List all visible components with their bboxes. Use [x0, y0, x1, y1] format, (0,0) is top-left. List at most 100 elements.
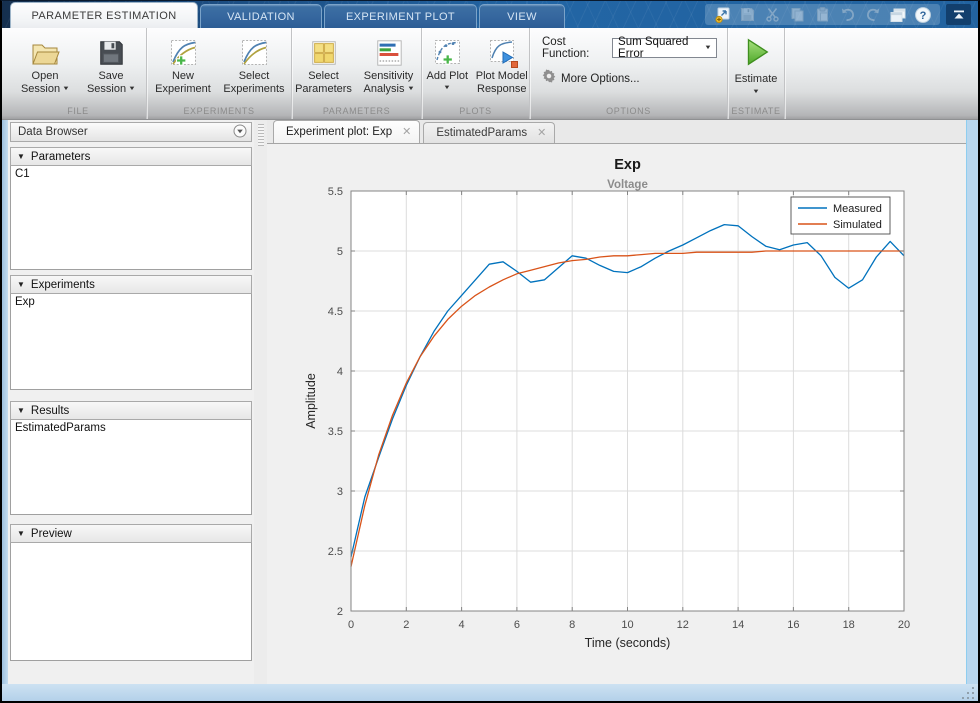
new-experiment-label-line2: Experiment — [155, 83, 211, 95]
estimate-button[interactable]: Estimate ▼ — [728, 33, 784, 95]
resize-grip[interactable] — [961, 686, 974, 699]
ytick-label: 4.5 — [328, 306, 343, 318]
ytick-label: 3.5 — [328, 426, 343, 438]
dropdown-arrow-icon: ▼ — [128, 86, 136, 92]
floppy-save-icon — [96, 36, 126, 70]
experiments-list: Exp — [10, 294, 252, 390]
app-window: PARAMETER ESTIMATION VALIDATION EXPERIME… — [0, 0, 980, 703]
copy-icon — [788, 6, 807, 23]
tab-view[interactable]: VIEW — [479, 4, 565, 28]
redo-icon — [863, 6, 882, 23]
select-experiments-label-line2: Experiments — [223, 83, 285, 95]
section-label-experiments: EXPERIMENTS — [183, 106, 255, 116]
dropdown-arrow-icon: ▼ — [406, 86, 415, 92]
section-header-results[interactable]: ▼ Results — [10, 401, 252, 420]
titlebar: PARAMETER ESTIMATION VALIDATION EXPERIME… — [2, 1, 978, 28]
chart-subtitle: Voltage — [607, 179, 648, 191]
cost-function-select[interactable]: Sum Squared Error ▼ — [612, 36, 717, 60]
section-header-experiments[interactable]: ▼ Experiments — [10, 275, 252, 294]
collapse-triangle-icon: ▼ — [17, 529, 25, 538]
new-experiment-button[interactable]: New Experiment — [149, 33, 217, 97]
section-label-options: OPTIONS — [606, 106, 651, 116]
section-label-estimate: ESTIMATE — [731, 106, 781, 116]
ribbon-section-options: Cost Function: Sum Squared Error ▼ More … — [530, 28, 728, 119]
plot-model-response-button[interactable]: Plot Model Response — [475, 33, 529, 97]
panel-splitter[interactable] — [254, 120, 267, 684]
legend-label-simulated: Simulated — [833, 219, 882, 231]
new-session-icon[interactable] — [713, 6, 732, 23]
experiment-plot-canvas[interactable]: 0 2 4 6 8 10 12 14 16 18 2022.533.544.555.5ExpVolt… — [267, 144, 966, 684]
xtick-label: 2 — [403, 619, 409, 631]
section-label: Parameters — [30, 150, 91, 163]
xtick-label: 8 — [569, 619, 575, 631]
close-icon[interactable]: ✕ — [402, 127, 411, 138]
quick-access-toolbar: ? — [705, 4, 940, 25]
new-experiment-label-line1: New — [171, 70, 194, 82]
section-label-plots: PLOTS — [459, 106, 492, 116]
x-axis-label: Time (seconds) — [585, 636, 671, 650]
doc-tab-estimatedparams[interactable]: EstimatedParams ✕ — [423, 122, 556, 143]
data-browser-menu-button[interactable] — [233, 124, 247, 141]
section-header-parameters[interactable]: ▼ Parameters — [10, 147, 252, 166]
paste-icon — [813, 6, 832, 23]
tab-label: PARAMETER ESTIMATION — [31, 10, 177, 22]
minimize-ribbon-button[interactable] — [946, 4, 971, 25]
section-header-preview[interactable]: ▼ Preview — [10, 524, 252, 543]
xtick-label: 10 — [621, 619, 633, 631]
preview-box — [10, 543, 252, 661]
tab-label: VALIDATION — [227, 11, 295, 23]
xtick-label: 0 — [348, 619, 354, 631]
ytick-label: 3 — [337, 486, 343, 498]
window-layout-icon[interactable] — [888, 6, 907, 23]
data-browser-header: Data Browser — [10, 122, 252, 142]
more-options-button[interactable]: More Options... — [542, 69, 717, 88]
add-plot-button[interactable]: Add Plot ▼ — [422, 33, 473, 92]
open-session-button[interactable]: Open Session ▼ — [13, 33, 77, 97]
ytick-label: 5.5 — [328, 186, 343, 198]
sensitivity-analysis-button[interactable]: Sensitivity Analysis ▼ — [357, 33, 421, 97]
select-parameters-icon — [309, 36, 339, 70]
parameters-list: C1 — [10, 166, 252, 270]
tab-label: EXPERIMENT PLOT — [345, 11, 456, 23]
dropdown-arrow-icon: ▼ — [62, 86, 70, 92]
section-label-parameters: PARAMETERS — [322, 106, 391, 116]
ribbon-section-file: Open Session ▼ Save Session ▼ FILE — [10, 28, 147, 119]
select-parameters-button[interactable]: Select Parameters — [293, 33, 355, 97]
ribbon-section-experiments: New Experiment Select Experiments EXPERI… — [147, 28, 292, 119]
list-item-experiment[interactable]: Exp — [11, 294, 251, 310]
save-icon — [738, 6, 757, 23]
chart-title: Exp — [614, 157, 641, 173]
collapse-triangle-icon: ▼ — [17, 280, 25, 289]
plot-model-response-label-line1: Plot Model — [475, 70, 528, 82]
gear-icon — [542, 69, 556, 88]
dropdown-arrow-icon: ▼ — [704, 45, 712, 51]
list-item-parameter[interactable]: C1 — [11, 166, 251, 182]
dropdown-arrow-icon: ▼ — [443, 85, 452, 91]
close-icon[interactable]: ✕ — [537, 128, 546, 139]
xtick-label: 20 — [898, 619, 910, 631]
ytick-label: 2 — [337, 606, 343, 618]
list-item-result[interactable]: EstimatedParams — [11, 420, 251, 436]
save-session-label-line1: Save — [98, 70, 124, 82]
new-experiment-icon — [167, 36, 199, 70]
xtick-label: 16 — [787, 619, 799, 631]
tab-validation[interactable]: VALIDATION — [200, 4, 322, 28]
tab-parameter-estimation[interactable]: PARAMETER ESTIMATION — [10, 2, 198, 28]
doc-tab-experiment-plot[interactable]: Experiment plot: Exp ✕ — [273, 120, 421, 143]
save-session-button[interactable]: Save Session ▼ — [79, 33, 143, 97]
results-list: EstimatedParams — [10, 420, 252, 515]
tab-experiment-plot[interactable]: EXPERIMENT PLOT — [324, 4, 477, 28]
splitter-grip-icon — [257, 124, 264, 146]
collapse-triangle-icon: ▼ — [17, 152, 25, 161]
help-icon[interactable]: ? — [913, 6, 932, 23]
select-experiments-button[interactable]: Select Experiments — [219, 33, 289, 97]
ribbon-section-estimate: Estimate ▼ ESTIMATE — [728, 28, 785, 119]
document-area: Experiment plot: Exp ✕ EstimatedParams ✕… — [267, 120, 966, 689]
doc-tab-label: EstimatedParams — [436, 127, 528, 139]
section-label-file: FILE — [67, 106, 89, 116]
ytick-label: 2.5 — [328, 546, 343, 558]
open-session-label-line2: Session — [20, 83, 61, 95]
plot-model-response-icon — [486, 36, 518, 70]
data-browser-title: Data Browser — [18, 126, 88, 138]
svg-text:?: ? — [919, 10, 926, 22]
